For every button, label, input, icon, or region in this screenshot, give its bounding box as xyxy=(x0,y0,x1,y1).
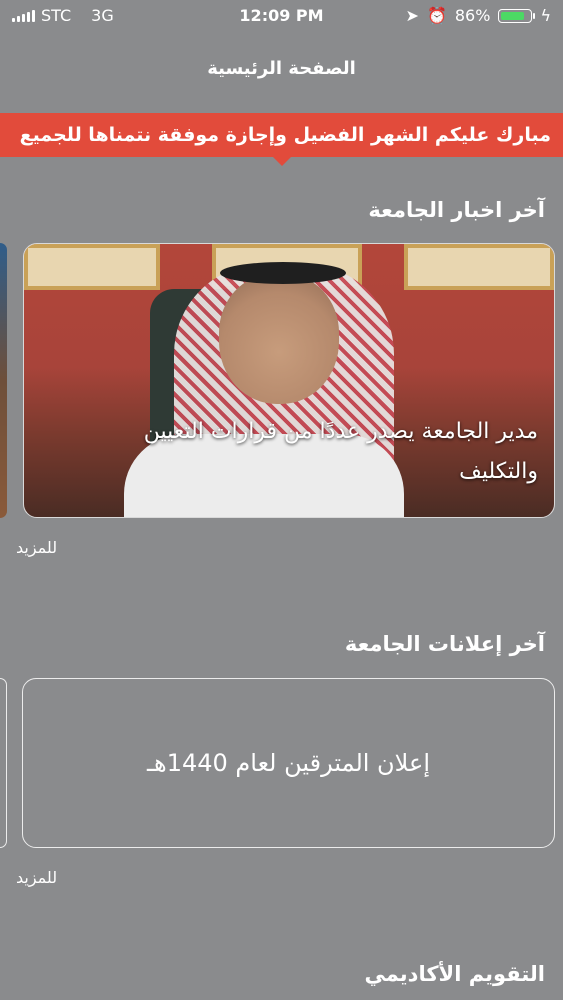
announcement-card[interactable]: إعلان المترقين لعام 1440هـ xyxy=(22,678,555,848)
battery-fill xyxy=(501,11,524,20)
wall-frame-3 xyxy=(404,244,554,290)
previous-announcement-card-peek[interactable] xyxy=(0,678,7,848)
announcement-ticker[interactable]: مبارك عليكم الشهر الفضيل وإجازة موفقة نت… xyxy=(0,113,563,157)
announcements-section-title: آخر إعلانات الجامعة xyxy=(344,632,545,656)
ticker-pointer xyxy=(272,156,292,166)
calendar-section-title: التقويم الأكاديمي xyxy=(364,962,545,986)
news-headline: مدير الجامعة يصدر عددًا من قرارات التعيي… xyxy=(143,419,538,484)
news-card[interactable]: مدير الجامعة يصدر عددًا من قرارات التعيي… xyxy=(23,243,555,518)
previous-news-card-peek[interactable] xyxy=(0,243,7,518)
news-section-title: آخر اخبار الجامعة xyxy=(368,198,545,222)
battery-icon xyxy=(498,8,536,23)
location-arrow-icon: ➤ xyxy=(405,6,419,25)
status-right: ➤ ⏰ 86% ϟ xyxy=(406,6,551,25)
battery-percent: 86% xyxy=(454,6,491,25)
announcements-more-link[interactable]: للمزيد xyxy=(16,868,57,887)
wall-frame-1 xyxy=(24,244,160,290)
person-face xyxy=(219,274,339,404)
news-more-link[interactable]: للمزيد xyxy=(16,538,57,557)
alarm-icon: ⏰ xyxy=(426,6,447,25)
charging-bolt-icon: ϟ xyxy=(540,6,551,25)
status-bar: STC 3G 12:09 PM ➤ ⏰ 86% ϟ xyxy=(0,0,563,34)
igal xyxy=(220,262,346,284)
page-title: الصفحة الرئيسية xyxy=(207,58,356,79)
announcement-text: إعلان المترقين لعام 1440هـ xyxy=(147,749,430,777)
